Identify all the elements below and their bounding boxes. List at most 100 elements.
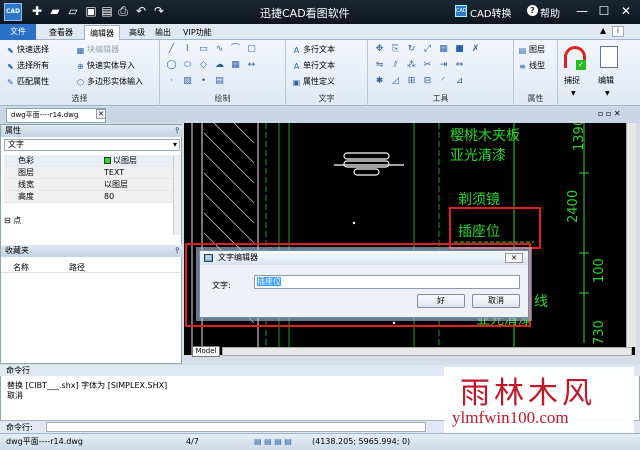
col-path[interactable]: 路径: [69, 262, 85, 273]
property-row[interactable]: 高度 80: [4, 191, 174, 203]
fillet-icon[interactable]: ◜: [438, 76, 449, 87]
help-icon[interactable]: ?: [527, 5, 538, 16]
dimension-label[interactable]: 730: [592, 320, 607, 345]
open-folder-icon[interactable]: ▰: [48, 4, 62, 18]
ribbon-collapse-icon[interactable]: ▲: [600, 26, 606, 35]
line-icon[interactable]: ╱: [166, 44, 177, 55]
erase-icon[interactable]: ✗: [470, 44, 481, 55]
trim-icon[interactable]: ✂: [422, 60, 433, 71]
horizontal-scrollbar[interactable]: [222, 347, 632, 356]
canvas-text[interactable]: 樱桃木夹板: [450, 125, 520, 145]
command-input[interactable]: [46, 422, 426, 432]
doc-window-controls[interactable]: ▫ ▫ ✕: [598, 109, 621, 118]
ellipse-icon[interactable]: ⬭: [182, 60, 193, 71]
cancel-button[interactable]: 取消: [472, 294, 520, 308]
new-icon[interactable]: ✚: [30, 4, 44, 18]
tab-output[interactable]: 输出: [150, 25, 176, 40]
close-icon[interactable]: ✕: [618, 3, 634, 19]
single-text-button[interactable]: A 单行文本: [292, 60, 335, 72]
pin-icon[interactable]: ⫯: [176, 245, 179, 257]
canvas-text[interactable]: 剃须镜: [458, 189, 500, 209]
polygon-entity-input-button[interactable]: ⬡ 多边形实体输入: [76, 76, 143, 88]
block-editor-button[interactable]: ▦ 块编辑器: [76, 44, 119, 56]
cad-convert-icon[interactable]: CAD: [455, 5, 467, 17]
close-icon[interactable]: ✕: [505, 253, 523, 263]
pin-icon[interactable]: ⫯: [176, 125, 179, 137]
dot-icon[interactable]: •: [198, 76, 209, 87]
region-icon[interactable]: ▦: [230, 60, 241, 71]
spline-icon[interactable]: ∿: [214, 44, 225, 55]
layers-button[interactable]: ▤ 图层: [518, 44, 545, 56]
point-category[interactable]: ⊟ 点: [4, 215, 21, 226]
vertical-scrollbar[interactable]: [626, 123, 636, 347]
scrollbar[interactable]: [173, 155, 181, 235]
copy-icon[interactable]: ⎘: [390, 44, 401, 55]
mirror-icon[interactable]: ⇋: [374, 60, 385, 71]
explode-icon[interactable]: ✱: [374, 76, 385, 87]
document-tab[interactable]: dwg平面----r14.dwg: [6, 108, 106, 123]
chamfer-icon[interactable]: ◿: [390, 76, 401, 87]
property-row[interactable]: 线宽 以图层: [4, 179, 174, 191]
canvas-text-selected[interactable]: 插座位: [458, 221, 500, 241]
tab-vip[interactable]: VIP功能: [178, 25, 217, 40]
save-icon[interactable]: ▣: [84, 4, 98, 18]
canvas-text[interactable]: 亚光清漆: [450, 145, 506, 165]
tab-advanced[interactable]: 高级: [124, 25, 150, 40]
expand-icon[interactable]: ⊟: [4, 216, 11, 225]
dimension-label[interactable]: 1390: [572, 123, 587, 151]
model-tab[interactable]: Model: [192, 346, 220, 357]
array-icon[interactable]: ⁂: [406, 60, 417, 71]
edit-button[interactable]: 编辑 ▼: [594, 42, 624, 104]
property-row[interactable]: 色彩 以图层: [4, 155, 174, 167]
polyline-icon[interactable]: ⌇: [182, 44, 193, 55]
cad-convert-button[interactable]: CAD转换: [470, 5, 512, 20]
join-icon[interactable]: ⊞: [406, 76, 417, 87]
move-icon[interactable]: ✥: [374, 44, 385, 55]
tab-file[interactable]: 文件: [0, 24, 36, 40]
dimension-icon[interactable]: ↔: [246, 60, 257, 71]
hatch-icon[interactable]: ▨: [182, 76, 193, 87]
save-as-icon[interactable]: ▤: [100, 4, 114, 18]
match-props-button[interactable]: ✎ 匹配属性: [6, 76, 49, 88]
cloud-icon[interactable]: ☁: [214, 60, 225, 71]
close-icon[interactable]: ✕: [96, 109, 106, 119]
canvas-text[interactable]: 线: [534, 291, 548, 311]
undo-icon[interactable]: ↶: [134, 4, 148, 18]
scale-icon[interactable]: ⤢: [422, 44, 433, 55]
help-button[interactable]: 帮助: [540, 5, 560, 20]
ok-button[interactable]: 好: [417, 294, 465, 308]
stretch-icon[interactable]: ⇔: [454, 60, 465, 71]
offset-icon[interactable]: ⫽: [390, 60, 401, 71]
quick-select-button[interactable]: ⬉ 快速选择: [6, 44, 49, 56]
extend-icon[interactable]: ⇥: [438, 60, 449, 71]
arc-icon[interactable]: ⌒: [230, 44, 241, 55]
redo-icon[interactable]: ↷: [152, 4, 166, 18]
circle-icon[interactable]: ◯: [166, 60, 177, 71]
tab-viewer[interactable]: 查看器: [44, 25, 78, 40]
break-icon[interactable]: ⊟: [422, 76, 433, 87]
capture-button[interactable]: ✓ 捕捉 ▼: [560, 42, 590, 104]
table-icon[interactable]: ▤: [214, 76, 225, 87]
layer-icon[interactable]: ▦: [438, 44, 449, 55]
quick-entity-import-button[interactable]: ⊕ 快速实体导入: [76, 60, 135, 72]
open-icon[interactable]: ▱: [66, 4, 80, 18]
tip-icon[interactable]: i: [612, 26, 624, 37]
maximize-icon[interactable]: ☐: [596, 3, 612, 19]
linetype-button[interactable]: ≡ 线型: [518, 60, 545, 72]
attribute-def-button[interactable]: ▣ 属性定义: [292, 76, 335, 88]
tab-editor[interactable]: 编辑器: [84, 25, 120, 40]
diamond-icon[interactable]: ◇: [198, 60, 209, 71]
print-icon[interactable]: ⎙: [116, 4, 130, 18]
measure-icon[interactable]: ⊿: [454, 76, 465, 87]
rectangle-icon[interactable]: ▭: [198, 44, 209, 55]
dimension-label[interactable]: 2400: [566, 190, 581, 223]
mtext-button[interactable]: A 多行文本: [292, 44, 335, 56]
text-input[interactable]: 插座位: [254, 275, 520, 289]
color-icon[interactable]: ■: [454, 44, 465, 55]
minimize-icon[interactable]: —: [574, 3, 590, 19]
point-icon[interactable]: ·: [166, 76, 177, 87]
property-row[interactable]: 图层 TEXT: [4, 167, 174, 179]
select-all-button[interactable]: ⬉ 选择所有: [6, 60, 49, 72]
entity-type-select[interactable]: 文字 ▾: [4, 139, 180, 151]
snap-toggles[interactable]: ▤ ▤ ▤ ▤: [254, 434, 292, 449]
